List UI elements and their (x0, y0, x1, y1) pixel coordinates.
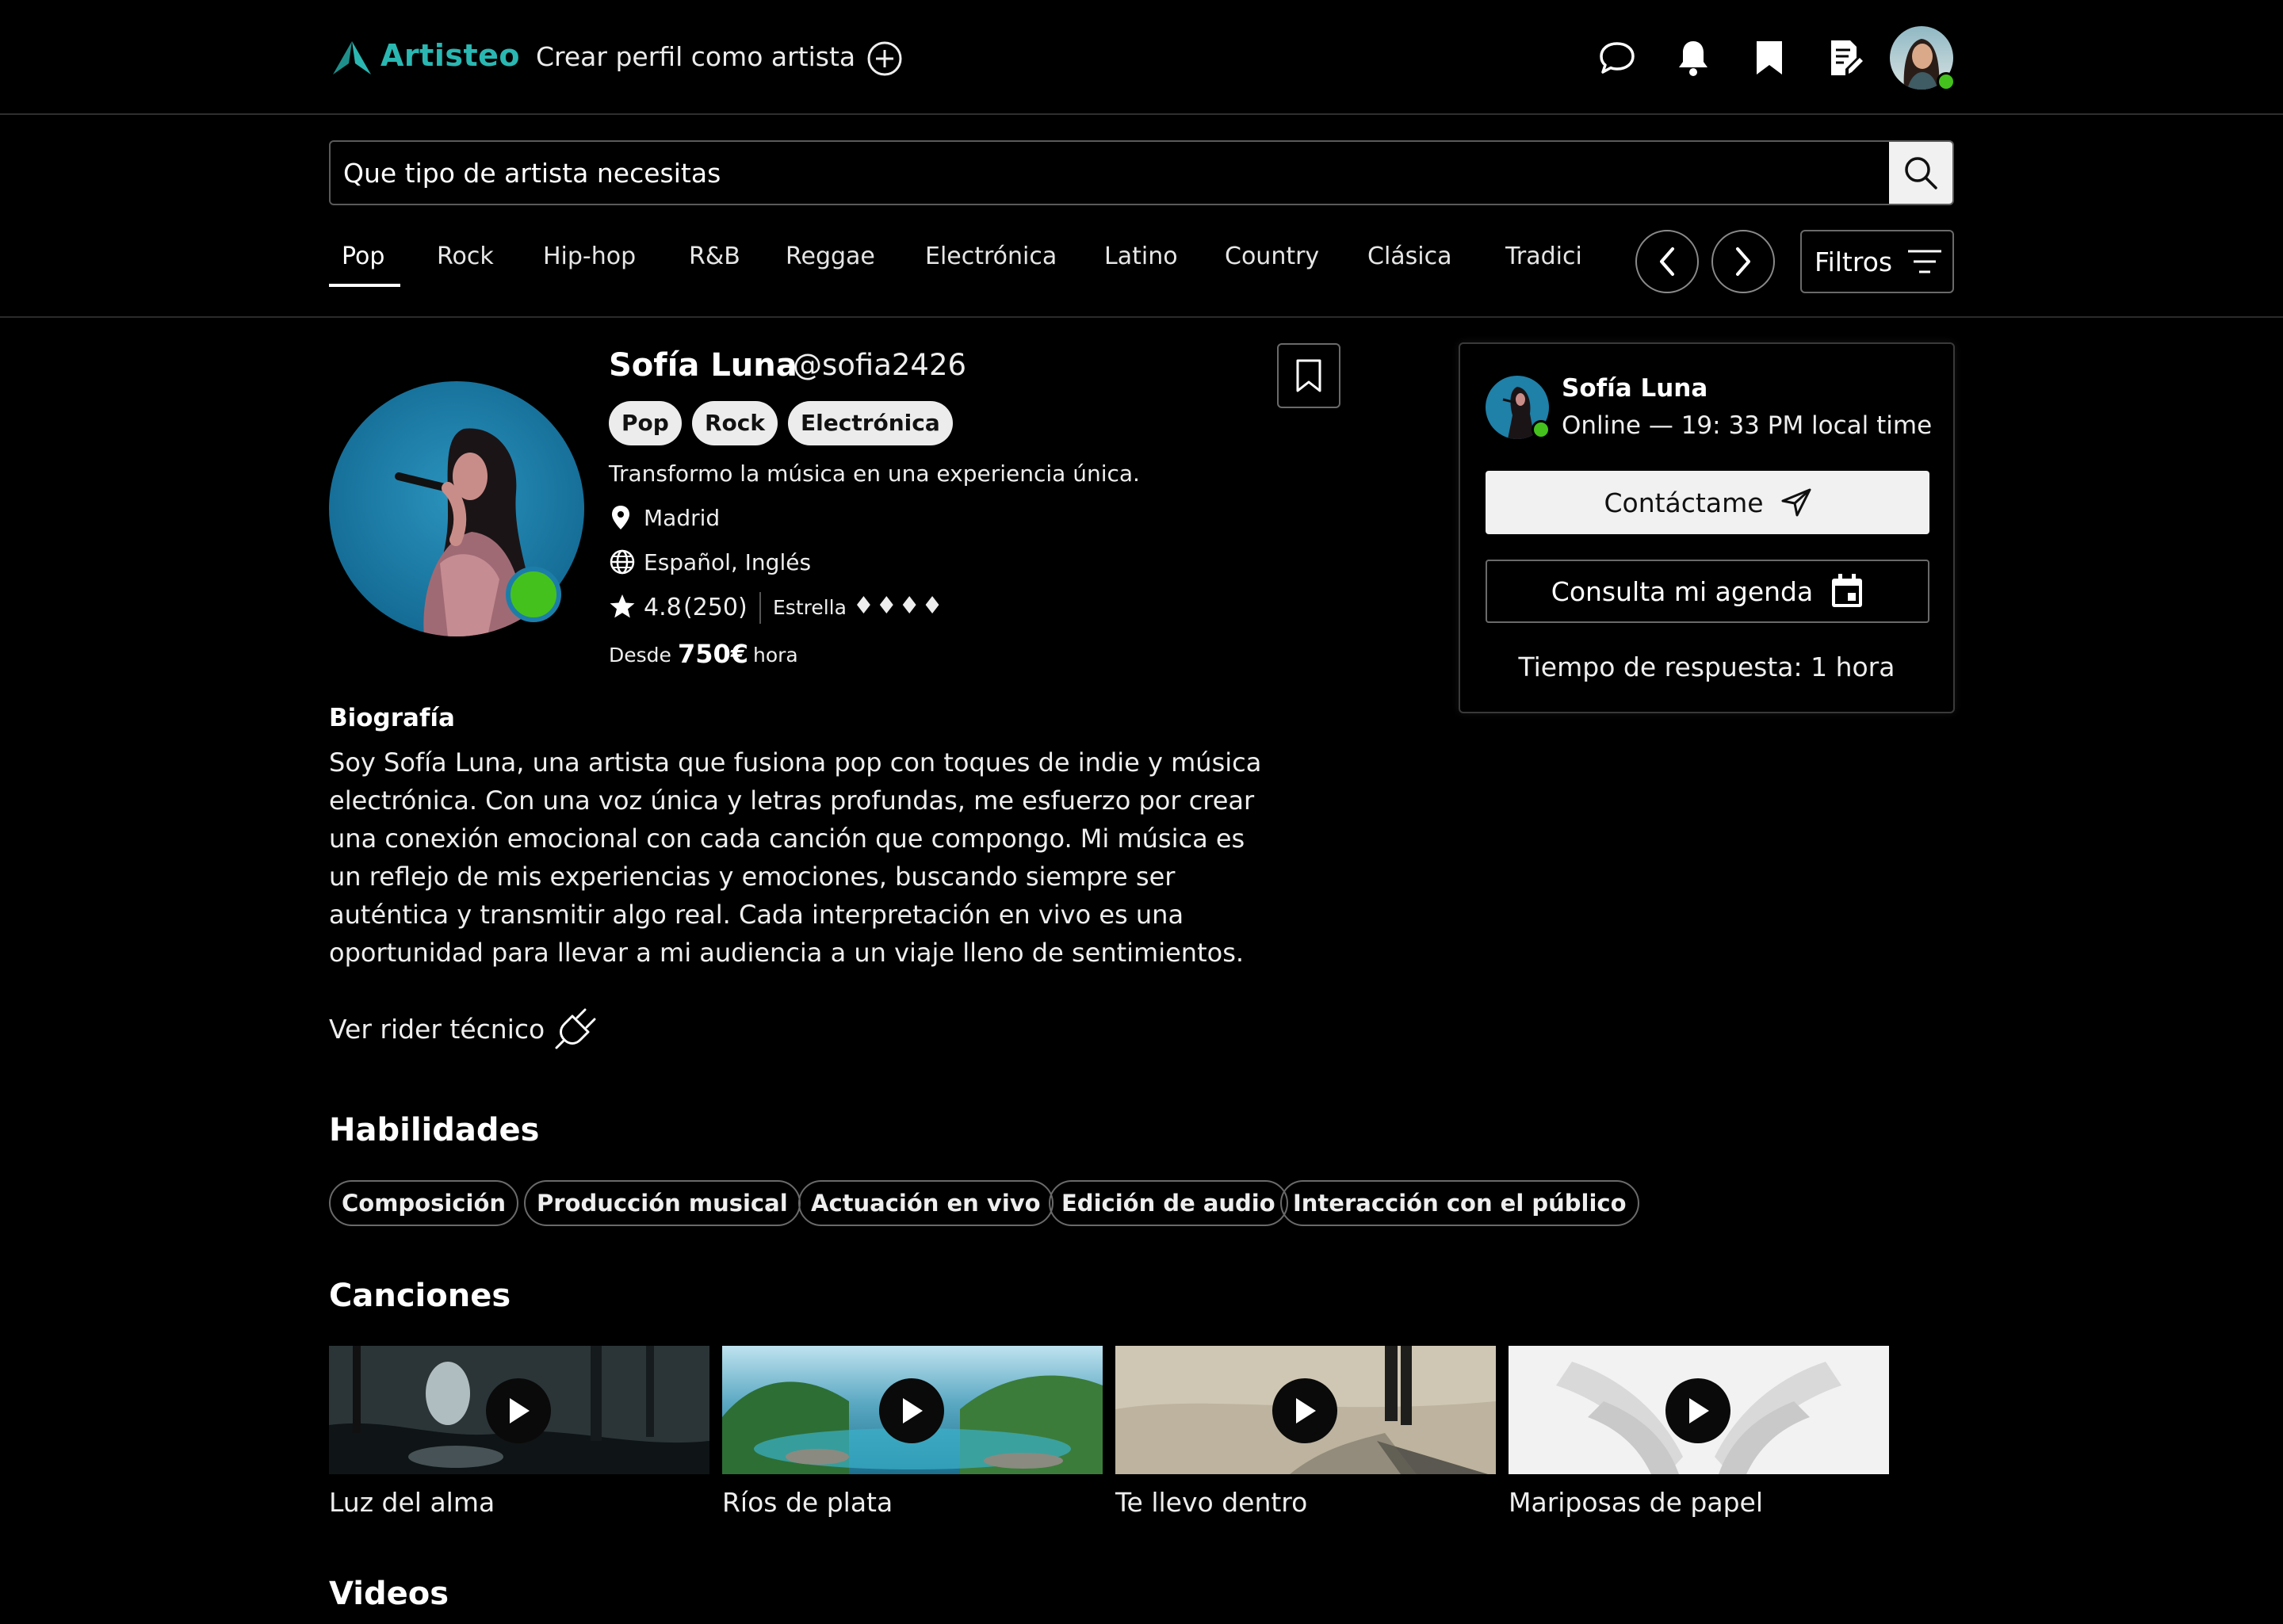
play-button[interactable] (879, 1378, 944, 1443)
artist-rating: 4.8 (644, 594, 682, 621)
bio-line: una conexión emocional con cada canción … (329, 823, 1245, 854)
filters-label: Filtros (1815, 246, 1893, 277)
skill-chip: Actuación en vivo (798, 1180, 1054, 1226)
artisteo-logo-icon[interactable] (331, 40, 373, 76)
genre-tab-clasica[interactable]: Clásica (1367, 243, 1452, 270)
bell-icon[interactable] (1676, 38, 1711, 78)
tag-pop[interactable]: Pop (609, 401, 682, 445)
song-card-thumbnail[interactable] (722, 1346, 1103, 1474)
bio-line: Soy Sofía Luna, una artista que fusiona … (329, 747, 1262, 778)
genre-tab-hiphop[interactable]: Hip-hop (543, 243, 636, 270)
contact-card-online-dot (1532, 420, 1551, 439)
genre-tab-electronica[interactable]: Electrónica (925, 243, 1057, 270)
artist-tagline: Transformo la música en una experiencia … (609, 460, 1140, 487)
play-icon (898, 1396, 925, 1426)
genre-tab-country[interactable]: Country (1225, 243, 1319, 270)
skill-chip: Edición de audio (1049, 1180, 1288, 1226)
plus-circle-icon[interactable] (866, 40, 903, 77)
location-pin-icon (610, 504, 631, 531)
genre-tab-reggae[interactable]: Reggae (786, 243, 875, 270)
save-artist-button[interactable] (1277, 343, 1340, 408)
search-bar (329, 140, 1954, 205)
search-input[interactable] (331, 142, 1892, 204)
song-title[interactable]: Mariposas de papel (1509, 1487, 1763, 1518)
filter-lines-icon (1906, 248, 1943, 275)
song-title[interactable]: Luz del alma (329, 1487, 495, 1518)
artist-name: Sofía Luna (609, 347, 797, 384)
artist-handle: @sofia2426 (793, 348, 967, 382)
filters-button[interactable]: Filtros (1800, 230, 1954, 293)
bio-line: oportunidad para llevar a mi audiencia a… (329, 938, 1245, 968)
bio-line: un reflejo de mis experiencias y emocion… (329, 862, 1176, 892)
price-unit: hora (753, 644, 798, 667)
genre-tab-tradicional[interactable]: Tradici (1505, 243, 1588, 270)
technical-rider-link[interactable]: Ver rider técnico (329, 1014, 545, 1045)
chevron-left-icon (1655, 246, 1679, 277)
rating-divider (759, 592, 761, 624)
skill-chip: Interacción con el público (1280, 1180, 1639, 1226)
contact-card-name: Sofía Luna (1562, 374, 1708, 403)
bio-line: auténtica y transmitir algo real. Cada i… (329, 900, 1184, 930)
play-icon (1685, 1396, 1711, 1426)
contact-card: Sofía Luna Online — 19: 33 PM local time… (1459, 342, 1955, 713)
top-bar: Artisteo Crear perfil como artista (0, 0, 2283, 115)
artist-location: Madrid (644, 505, 721, 531)
bookmark-outline-icon (1295, 358, 1322, 393)
user-online-dot (1937, 72, 1956, 91)
active-tab-underline (329, 284, 400, 287)
search-icon (1902, 155, 1939, 191)
artist-level-diamonds: ♦♦♦♦ (853, 592, 945, 620)
genre-tab-rnb[interactable]: R&B (689, 243, 740, 270)
play-icon (1291, 1396, 1318, 1426)
chat-icon[interactable] (1598, 40, 1636, 77)
send-icon (1781, 488, 1811, 517)
songs-heading: Canciones (329, 1278, 511, 1314)
bookmark-icon[interactable] (1755, 40, 1784, 76)
artist-online-indicator (506, 567, 561, 622)
skills-heading: Habilidades (329, 1112, 540, 1148)
play-icon (505, 1396, 532, 1426)
song-title[interactable]: Ríos de plata (722, 1487, 893, 1518)
check-agenda-button[interactable]: Consulta mi agenda (1486, 560, 1929, 623)
skill-chip: Producción musical (524, 1180, 801, 1226)
plug-icon[interactable] (553, 1008, 596, 1051)
genres-next-button[interactable] (1711, 230, 1775, 293)
contact-me-button[interactable]: Contáctame (1486, 471, 1929, 534)
artist-level-label: Estrella (773, 596, 847, 619)
contact-me-label: Contáctame (1604, 487, 1764, 518)
chevron-right-icon (1731, 246, 1755, 277)
create-artist-profile-link[interactable]: Crear perfil como artista (536, 41, 855, 72)
videos-heading: Videos (329, 1576, 449, 1612)
artist-languages: Español, Inglés (644, 549, 812, 575)
play-button[interactable] (486, 1378, 551, 1443)
calendar-icon (1830, 574, 1864, 609)
biography-heading: Biografía (329, 704, 455, 732)
contact-card-status: Online — 19: 33 PM local time (1562, 411, 1933, 440)
genre-tab-latino[interactable]: Latino (1104, 243, 1178, 270)
bio-line: electrónica. Con una voz única y letras … (329, 785, 1255, 816)
tag-rock[interactable]: Rock (692, 401, 778, 445)
response-time: Tiempo de respuesta: 1 hora (1518, 652, 1895, 682)
skill-chip: Composición (329, 1180, 519, 1226)
logo-text[interactable]: Artisteo (380, 38, 520, 73)
genres-prev-button[interactable] (1635, 230, 1699, 293)
artist-review-count[interactable]: (250) (683, 594, 748, 621)
search-button[interactable] (1889, 142, 1952, 204)
play-button[interactable] (1272, 1378, 1337, 1443)
edit-document-icon[interactable] (1828, 39, 1864, 77)
tag-electronica[interactable]: Electrónica (788, 401, 953, 445)
song-title[interactable]: Te llevo dentro (1115, 1487, 1307, 1518)
header-divider (0, 316, 2283, 318)
song-card-thumbnail[interactable] (329, 1346, 709, 1474)
check-agenda-label: Consulta mi agenda (1551, 575, 1814, 607)
price-prefix: Desde (609, 644, 671, 667)
song-card-thumbnail[interactable] (1115, 1346, 1496, 1474)
artist-price: 750€ (678, 639, 749, 669)
globe-icon (609, 548, 636, 575)
star-icon (609, 593, 636, 620)
genre-tab-pop[interactable]: Pop (342, 243, 384, 270)
play-button[interactable] (1665, 1378, 1730, 1443)
genre-tab-rock[interactable]: Rock (437, 243, 494, 270)
song-card-thumbnail[interactable] (1509, 1346, 1889, 1474)
